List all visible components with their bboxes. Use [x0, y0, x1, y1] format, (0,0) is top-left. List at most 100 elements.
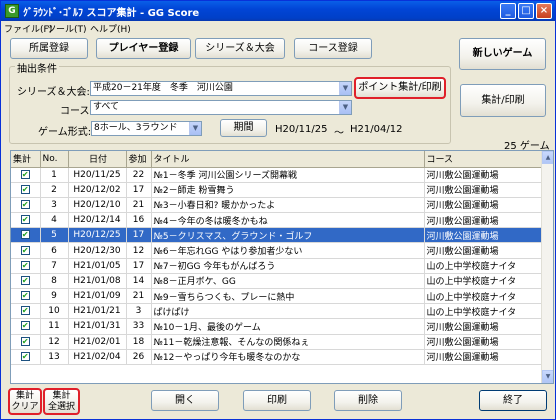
- player-register-button[interactable]: プレイヤー登録: [96, 38, 191, 59]
- row-checkbox-cell: ✔: [11, 349, 41, 365]
- format-select[interactable]: 8ホール、3ラウンド ▼: [91, 121, 202, 136]
- row-checkbox[interactable]: ✔: [20, 306, 30, 316]
- column-header-no[interactable]: No.: [40, 151, 69, 168]
- maximize-button[interactable]: □: [518, 3, 534, 19]
- row-no: 3: [40, 197, 69, 214]
- new-game-button[interactable]: 新しいゲーム: [459, 38, 546, 70]
- main-window: G ｸﾞﾗｳﾝﾄﾞ･ｺﾞﾙﾌ スコア集計 - GG Score _ □ × ファ…: [0, 0, 556, 420]
- series-event-button[interactable]: シリーズ＆大会: [195, 38, 285, 59]
- row-participants: 26: [126, 349, 152, 365]
- table-row[interactable]: ✔ 4 H20/12/14 16 №4－今年の冬は暖冬かもね 河川敷公園運動場: [11, 212, 543, 229]
- row-checkbox-cell: ✔: [11, 227, 41, 244]
- row-date: H20/11/25: [68, 167, 127, 183]
- row-checkbox[interactable]: ✔: [20, 215, 30, 225]
- row-date: H21/01/21: [68, 303, 127, 320]
- aggregate-select-all-label-2: 全選択: [47, 402, 75, 412]
- table-row[interactable]: ✔ 6 H20/12/30 12 №6－年忘れGG やはり参加者少ない 河川敷公園運動場: [11, 242, 543, 259]
- row-participants: 33: [126, 318, 152, 335]
- course-register-button[interactable]: コース登録: [294, 38, 372, 59]
- table-row[interactable]: ✔ 3 H20/12/10 21 №3－小春日和? 暖かかったよ 河川敷公園運動場: [11, 197, 543, 214]
- row-checkbox-cell: ✔: [11, 258, 41, 274]
- row-date: H21/02/04: [68, 349, 127, 365]
- row-date: H21/01/08: [68, 273, 127, 290]
- table-row[interactable]: ✔ 13 H21/02/04 26 №12－やっぱり今年も暖冬なのかな 河川敷公園運動場: [11, 349, 543, 365]
- row-participants: 17: [126, 258, 152, 274]
- table-row[interactable]: ✔ 8 H21/01/08 14 №8－正月ボケ、GG 山の上中学校庭ナイタ: [11, 273, 543, 290]
- row-course: 河川敷公園運動場: [424, 182, 543, 198]
- row-course: 河川敷公園運動場: [424, 212, 543, 229]
- series-select[interactable]: 平成20－21年度 冬季 河川公園 ▼: [90, 81, 352, 96]
- close-button[interactable]: ×: [536, 3, 552, 19]
- row-checkbox[interactable]: ✔: [20, 275, 30, 285]
- menu-file[interactable]: ファイル(F): [4, 22, 52, 35]
- menu-tools[interactable]: ツール(T): [47, 22, 87, 35]
- row-checkbox[interactable]: ✔: [20, 169, 30, 179]
- column-header-title[interactable]: タイトル: [151, 151, 425, 168]
- row-checkbox[interactable]: ✔: [20, 184, 30, 194]
- chevron-down-icon[interactable]: ▼: [339, 82, 351, 95]
- exit-button[interactable]: 終了: [479, 390, 547, 411]
- row-participants: 18: [126, 334, 152, 350]
- period-button[interactable]: 期間: [220, 119, 267, 137]
- row-no: 10: [40, 303, 69, 320]
- table-row[interactable]: ✔ 10 H21/01/21 3 ぱけぱけ 山の上中学校庭ナイタ: [11, 303, 543, 320]
- period-separator: ～: [334, 128, 344, 139]
- row-title: №9－雪ちらつくも、プレーに熱中: [151, 288, 425, 305]
- vertical-scrollbar[interactable]: ▲ ▼: [541, 151, 553, 383]
- games-table: 集計 No. 日付 参加 タイトル コース ✔ 1 H20/11/25 22 №1－冬季…: [10, 150, 554, 384]
- aggregate-print-button[interactable]: 集計/印刷: [460, 84, 546, 117]
- affiliation-register-button[interactable]: 所属登録: [10, 38, 88, 59]
- row-no: 1: [40, 167, 69, 183]
- row-title: №4－今年の冬は暖冬かもね: [151, 212, 425, 229]
- row-title: №10－1月、最後のゲーム: [151, 318, 425, 335]
- column-header-course[interactable]: コース: [424, 151, 543, 168]
- scroll-up-icon[interactable]: ▲: [542, 151, 553, 164]
- aggregate-clear-button[interactable]: 集計 クリア: [8, 388, 42, 415]
- aggregate-clear-label-2: クリア: [11, 402, 39, 412]
- row-checkbox[interactable]: ✔: [20, 260, 30, 270]
- table-row[interactable]: ✔ 7 H21/01/05 17 №7－初GG 今年もがんばろう 山の上中学校庭ナイタ: [11, 258, 543, 274]
- table-row[interactable]: ✔ 1 H20/11/25 22 №1－冬季 河川公園シリーズ開幕戦 河川敷公園運動場: [11, 167, 543, 183]
- column-header-aggregate[interactable]: 集計: [11, 151, 41, 168]
- row-no: 2: [40, 182, 69, 198]
- row-checkbox[interactable]: ✔: [20, 291, 30, 301]
- row-course: 河川敷公園運動場: [424, 242, 543, 259]
- table-row[interactable]: ✔ 12 H21/02/01 18 №11－乾燥注意報、そんなの関係ねぇ 河川敷公園運動場: [11, 334, 543, 350]
- row-checkbox-cell: ✔: [11, 334, 41, 350]
- menu-help[interactable]: ヘルプ(H): [90, 22, 131, 35]
- row-checkbox-cell: ✔: [11, 318, 41, 335]
- table-row[interactable]: ✔ 2 H20/12/02 17 №2－師走 粉雪舞う 河川敷公園運動場: [11, 182, 543, 198]
- chevron-down-icon[interactable]: ▼: [339, 101, 351, 114]
- row-date: H21/01/31: [68, 318, 127, 335]
- scroll-down-icon[interactable]: ▼: [542, 370, 553, 383]
- row-no: 13: [40, 349, 69, 365]
- course-select[interactable]: すべて ▼: [90, 100, 352, 115]
- column-header-date[interactable]: 日付: [68, 151, 127, 168]
- table-row[interactable]: ✔ 9 H21/01/09 21 №9－雪ちらつくも、プレーに熱中 山の上中学校庭ナイタ: [11, 288, 543, 305]
- row-checkbox[interactable]: ✔: [20, 336, 30, 346]
- open-button[interactable]: 開く: [151, 390, 219, 411]
- row-checkbox[interactable]: ✔: [20, 321, 30, 331]
- column-header-participants[interactable]: 参加: [126, 151, 152, 168]
- row-checkbox[interactable]: ✔: [20, 351, 30, 361]
- delete-button[interactable]: 削除: [334, 390, 402, 411]
- minimize-button[interactable]: _: [500, 3, 516, 19]
- table-header: 集計 No. 日付 参加 タイトル コース: [11, 151, 543, 168]
- aggregate-clear-label-1: 集計: [15, 391, 34, 401]
- row-no: 4: [40, 212, 69, 229]
- print-button[interactable]: 印刷: [243, 390, 311, 411]
- row-title: №5－クリスマス、グラウンド・ゴルフ: [151, 227, 425, 244]
- point-aggregate-print-button[interactable]: ポイント集計/印刷: [354, 77, 446, 99]
- row-title: №1－冬季 河川公園シリーズ開幕戦: [151, 167, 425, 183]
- row-participants: 17: [126, 227, 152, 244]
- golf-app-icon: G: [5, 4, 19, 18]
- chevron-down-icon[interactable]: ▼: [189, 122, 201, 135]
- row-checkbox[interactable]: ✔: [20, 230, 30, 240]
- aggregate-select-all-button[interactable]: 集計 全選択: [43, 388, 80, 415]
- row-checkbox[interactable]: ✔: [20, 245, 30, 255]
- table-row[interactable]: ✔ 5 H20/12/25 17 №5－クリスマス、グラウンド・ゴルフ 河川敷公園運動場: [11, 227, 543, 244]
- row-no: 8: [40, 273, 69, 290]
- row-checkbox[interactable]: ✔: [20, 199, 30, 209]
- menu-bar: ファイル(F) ツール(T) ヘルプ(H): [1, 21, 555, 35]
- table-row[interactable]: ✔ 11 H21/01/31 33 №10－1月、最後のゲーム 河川敷公園運動場: [11, 318, 543, 335]
